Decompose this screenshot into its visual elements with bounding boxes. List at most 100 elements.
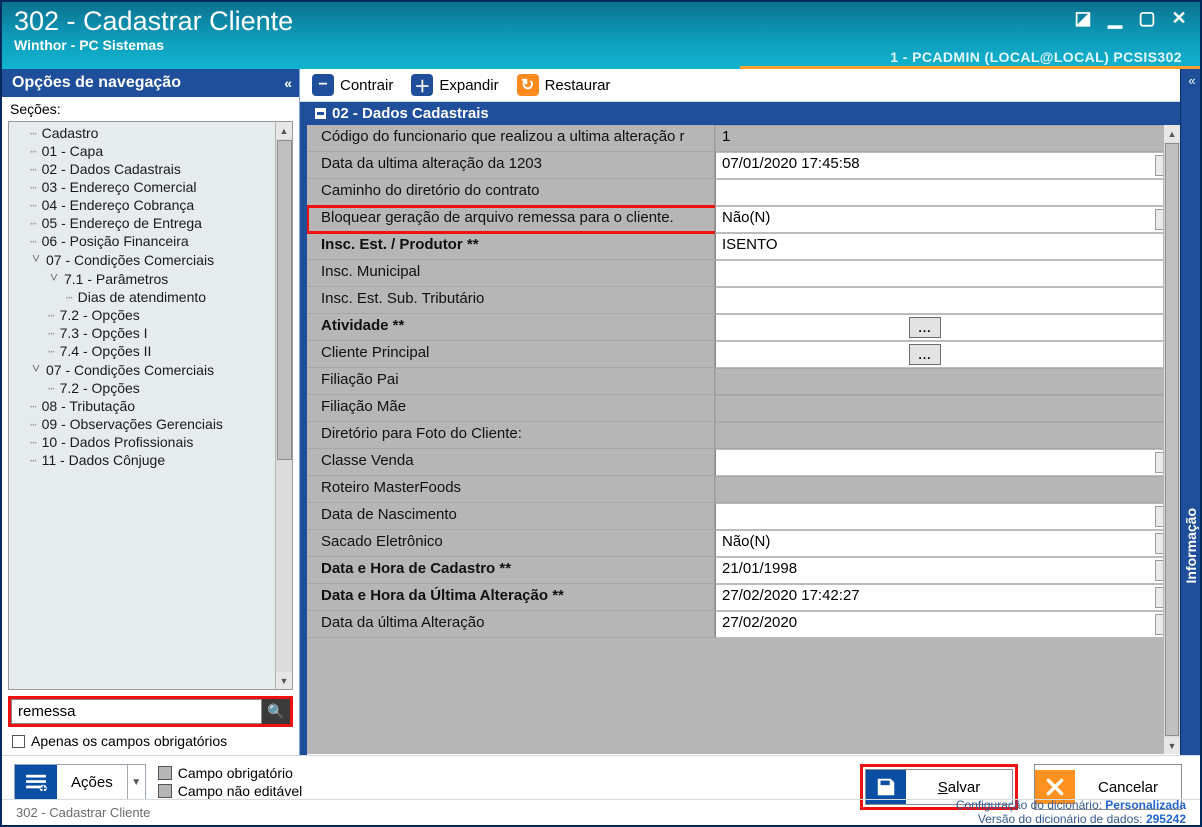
field-value[interactable]: 27/02/2020⌄ [715,611,1180,638]
field-value[interactable]: 21/01/1998⌄ [715,557,1180,584]
grid-row: Classe Venda⌄ [307,449,1180,476]
field-value[interactable] [715,395,1180,422]
center-area: − Contrair ＋ Expandir ↻ Restaurar 02 - D… [300,69,1200,755]
tree-connector: ⋯ [30,436,36,449]
tree-item[interactable]: ⋯7.2 - Opções [12,306,292,324]
tree-item[interactable]: ⋯7.4 - Opções II [12,342,292,360]
section-header[interactable]: 02 - Dados Cadastrais [307,102,1180,125]
contrair-button[interactable]: − Contrair [312,74,393,96]
field-value[interactable] [715,179,1180,206]
field-value[interactable] [715,260,1180,287]
expandir-label: Expandir [439,77,498,94]
tree-item-label: Cadastro [42,125,99,141]
info-side-tab[interactable]: « Informação [1180,69,1200,755]
tree-item[interactable]: ⋯02 - Dados Cadastrais [12,160,292,178]
field-label: Bloquear geração de arquivo remessa para… [307,206,715,233]
field-value[interactable]: ... [715,341,1180,368]
field-value[interactable]: 1 [715,125,1180,152]
restaurar-button[interactable]: ↻ Restaurar [517,74,611,96]
collapse-section-icon[interactable] [315,108,326,119]
tree-item-label: 04 - Endereço Cobrança [42,197,195,213]
lookup-button[interactable]: ... [909,317,941,338]
close-icon[interactable]: ✕ [1168,8,1190,28]
tree-item[interactable]: ⋯09 - Observações Gerenciais [12,415,292,433]
tree-item[interactable]: ⋯08 - Tributação [12,397,292,415]
field-value[interactable] [715,422,1180,449]
nav-header[interactable]: Opções de navegação « [2,69,299,97]
scroll-thumb[interactable] [1165,143,1179,736]
plus-icon: ＋ [411,74,433,96]
search-icon[interactable]: 🔍 [262,699,290,724]
field-value[interactable]: 07/01/2020 17:45:58⌄ [715,152,1180,179]
search-input[interactable] [11,699,262,724]
field-value[interactable]: Não(N)⌄ [715,206,1180,233]
field-value[interactable]: 27/02/2020 17:42:27⌄ [715,584,1180,611]
field-value[interactable] [715,476,1180,503]
readonly-swatch [158,784,172,798]
grid-row: Filiação Mãe [307,395,1180,422]
field-value[interactable]: ISENTO [715,233,1180,260]
tree-item[interactable]: ⋯03 - Endereço Comercial [12,178,292,196]
scroll-down-icon[interactable]: ▼ [276,672,292,689]
tree-item[interactable]: ⋯06 - Posição Financeira [12,232,292,250]
field-value[interactable] [715,368,1180,395]
dropdown-icon[interactable]: ▼ [127,765,145,799]
tree-container: ⋯Cadastro⋯01 - Capa⋯02 - Dados Cadastrai… [8,121,293,690]
property-grid: Código do funcionario que realizou a ult… [307,125,1180,754]
only-required-check[interactable]: Apenas os campos obrigatórios [12,733,289,749]
tree-item[interactable]: ⋯10 - Dados Profissionais [12,433,292,451]
tree-item[interactable]: ⋯Dias de atendimento [12,288,292,306]
search-row: 🔍 [8,696,293,727]
window-custom-icon[interactable]: ◪ [1072,8,1094,28]
expand-icon[interactable]: ˅ [30,361,42,378]
tree-connector: ⋯ [30,400,36,413]
lookup-button[interactable]: ... [909,344,941,365]
field-value[interactable]: Não(N)⌄ [715,530,1180,557]
nav-header-label: Opções de navegação [12,74,181,92]
grid-row: Cliente Principal... [307,341,1180,368]
tree-item[interactable]: ⋯7.3 - Opções I [12,324,292,342]
tree-connector: ⋯ [48,309,54,322]
nav-tree[interactable]: ⋯Cadastro⋯01 - Capa⋯02 - Dados Cadastrai… [9,122,292,471]
maximize-icon[interactable]: ▢ [1136,8,1158,28]
tree-item[interactable]: ˅7.1 - Parâmetros [12,269,292,288]
field-value[interactable]: ... [715,314,1180,341]
collapse-nav-icon[interactable]: « [284,75,289,91]
tree-item[interactable]: ⋯7.2 - Opções [12,379,292,397]
tree-item[interactable]: ⋯11 - Dados Cônjuge [12,451,292,469]
grid-row: Diretório para Foto do Cliente: [307,422,1180,449]
field-label: Data e Hora da Última Alteração ** [307,584,715,611]
acoes-button[interactable]: Ações ▼ [14,764,146,800]
tree-item[interactable]: ˅07 - Condições Comerciais [12,360,292,379]
scroll-thumb[interactable] [277,140,292,460]
minus-icon: − [312,74,334,96]
tree-item[interactable]: ⋯Cadastro [12,124,292,142]
minimize-icon[interactable]: ▁ [1104,8,1126,28]
field-label: Insc. Est. Sub. Tributário [307,287,715,314]
expand-icon[interactable]: ˅ [48,270,60,287]
scroll-down-icon[interactable]: ▼ [1164,737,1180,754]
expandir-button[interactable]: ＋ Expandir [411,74,498,96]
expand-icon[interactable]: ˅ [30,251,42,268]
tree-item[interactable]: ⋯04 - Endereço Cobrança [12,196,292,214]
tree-connector: ⋯ [30,418,36,431]
field-value[interactable] [715,287,1180,314]
grid-scrollbar[interactable]: ▲ ▼ [1163,125,1180,754]
tree-item[interactable]: ˅07 - Condições Comerciais [12,250,292,269]
grid-row: Data da ultima alteração da 120307/01/20… [307,152,1180,179]
session-info: 1 - PCADMIN (LOCAL@LOCAL) PCSIS302 [890,49,1182,65]
scroll-up-icon[interactable]: ▲ [276,122,292,139]
expand-info-icon[interactable]: « [1181,69,1200,88]
tree-item-label: 07 - Condições Comerciais [46,252,214,268]
field-value[interactable]: ⌄ [715,449,1180,476]
tree-item[interactable]: ⋯01 - Capa [12,142,292,160]
window-title: 302 - Cadastrar Cliente [14,6,1188,37]
tree-scrollbar[interactable]: ▲ ▼ [275,122,292,689]
tree-item[interactable]: ⋯05 - Endereço de Entrega [12,214,292,232]
tree-connector: ⋯ [48,327,54,340]
field-value[interactable]: ⌄ [715,503,1180,530]
scroll-up-icon[interactable]: ▲ [1164,125,1180,142]
checkbox-icon[interactable] [12,735,25,748]
grid-row: Data da última Alteração27/02/2020⌄ [307,611,1180,638]
legend: Campo obrigatório Campo não editável [158,765,303,799]
